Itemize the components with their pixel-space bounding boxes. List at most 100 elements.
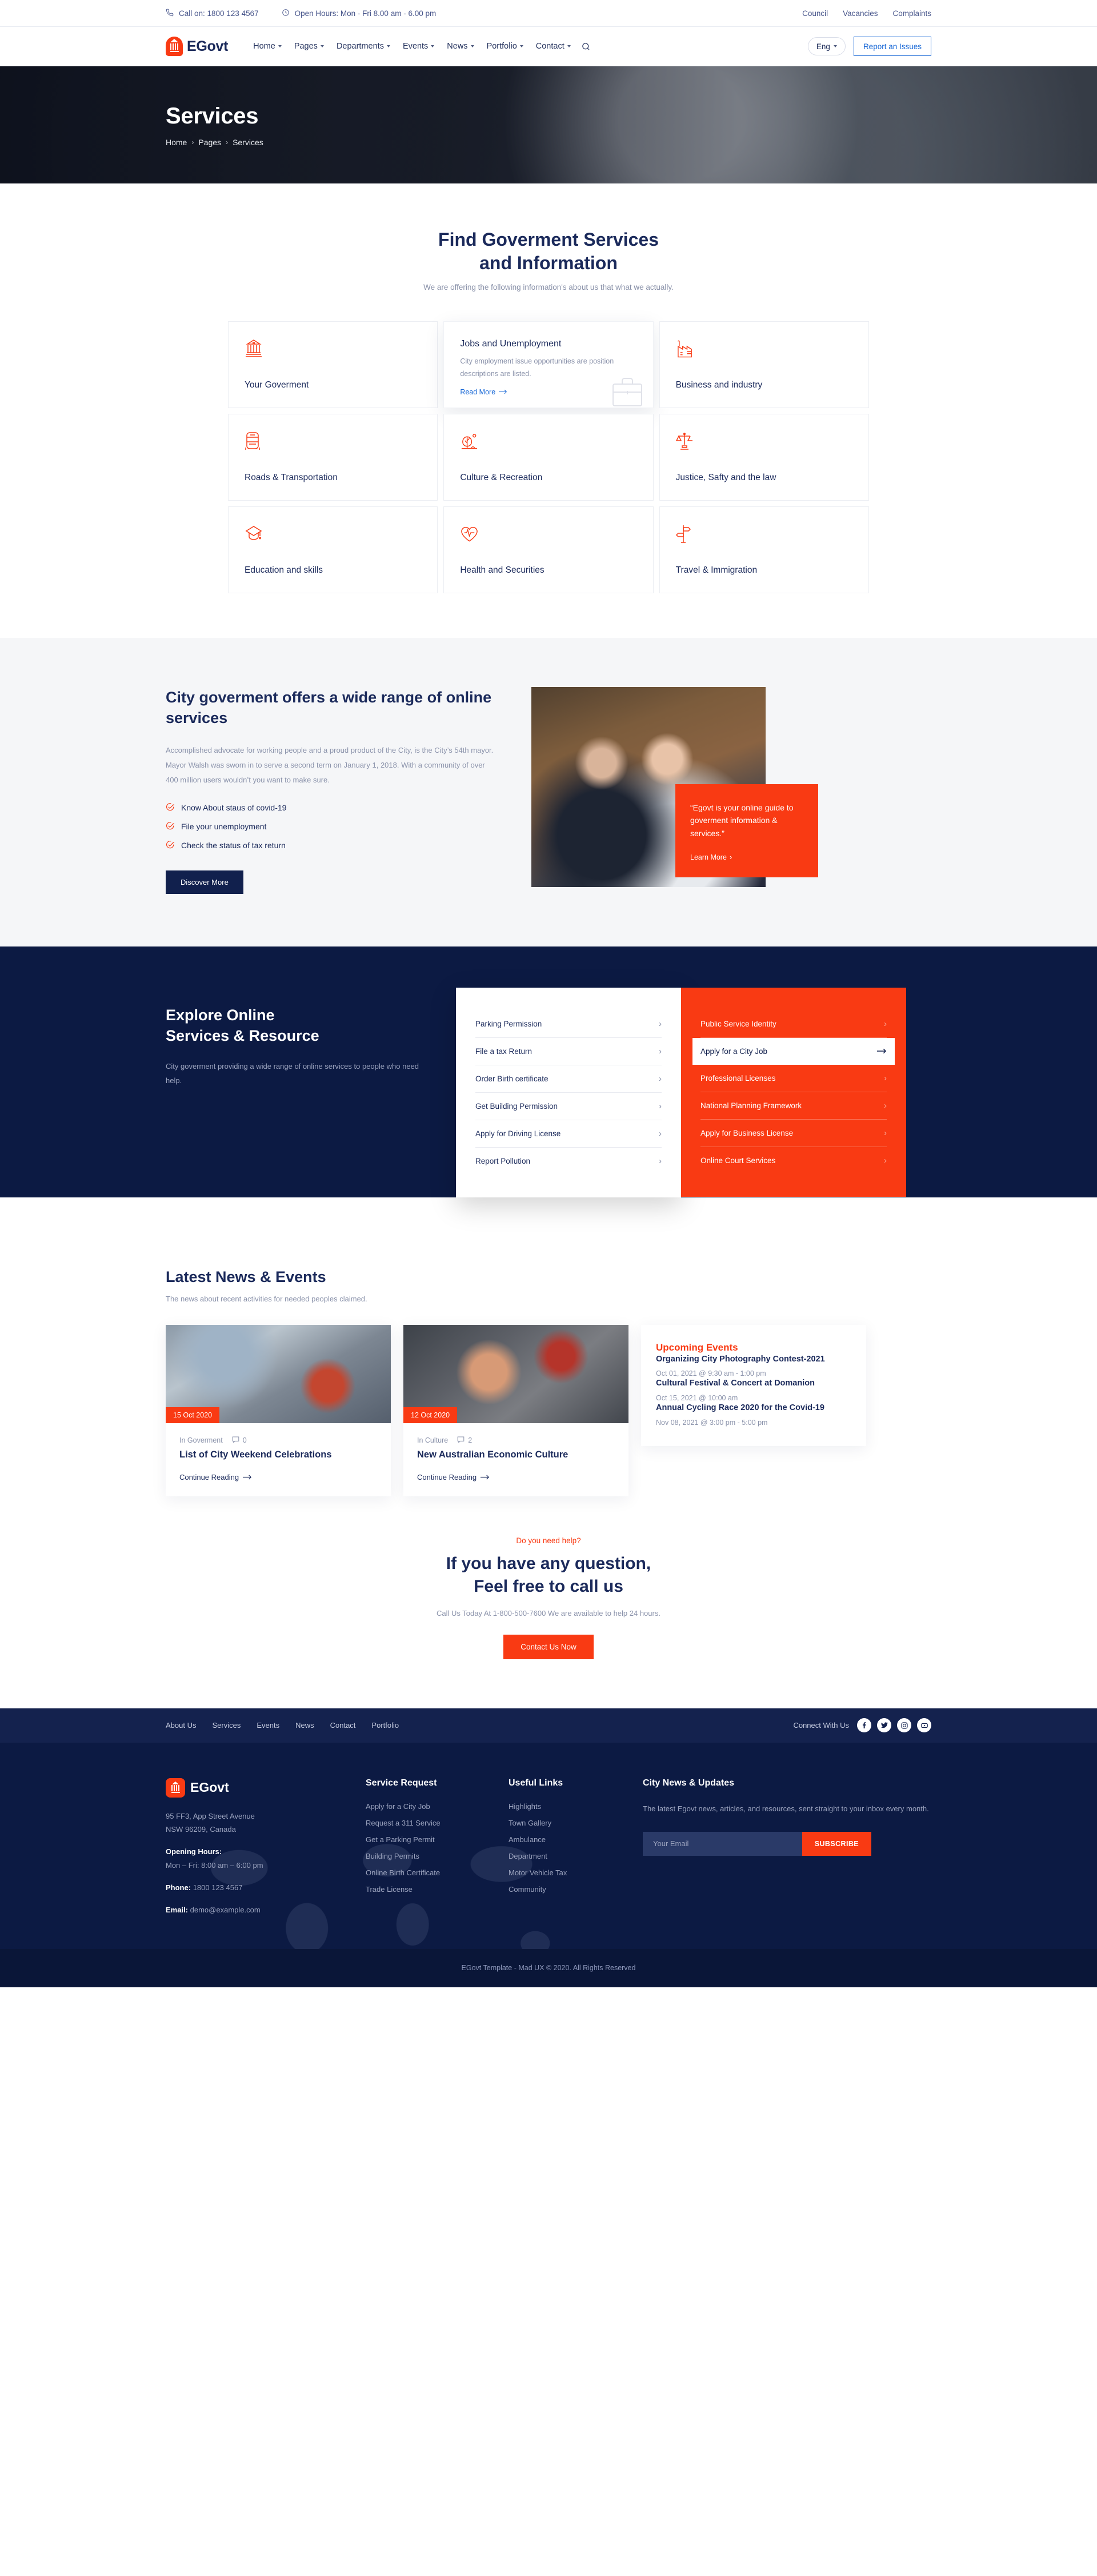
footer-ul-community[interactable]: Community — [509, 1885, 643, 1894]
footer-link-services[interactable]: Services — [212, 1721, 241, 1730]
nav-item-portfolio[interactable]: Portfolio — [487, 42, 523, 51]
footer-sr-apply-for-a-city-job[interactable]: Apply for a City Job — [366, 1802, 509, 1811]
nav-item-departments[interactable]: Departments — [337, 42, 390, 51]
nav-label: News — [447, 42, 468, 51]
topbar-link-council[interactable]: Council — [802, 9, 828, 18]
explore-item-apply-for-business-license[interactable]: Apply for Business License › — [700, 1120, 887, 1147]
twitter-icon[interactable] — [877, 1718, 891, 1733]
government-building-icon — [245, 339, 421, 362]
contact-us-now-button[interactable]: Contact Us Now — [503, 1634, 594, 1659]
news-continue-reading[interactable]: Continue Reading — [417, 1473, 615, 1481]
quote-learn-more-link[interactable]: Learn More › — [690, 853, 803, 861]
event-item-photography-contest[interactable]: Organizing City Photography Contest-2021… — [656, 1353, 851, 1378]
explore-services-list-right: Public Service Identity › Apply for a Cit… — [681, 987, 906, 1197]
footer-link-events[interactable]: Events — [257, 1721, 279, 1730]
explore-item-get-building-permission[interactable]: Get Building Permission › — [475, 1093, 662, 1120]
service-card-justice-safety-law[interactable]: Justice, Safty and the law — [659, 413, 869, 501]
service-card-title: Your Goverment — [245, 380, 309, 390]
topbar-link-complaints[interactable]: Complaints — [892, 9, 931, 18]
footer-sr-trade-license[interactable]: Trade License — [366, 1885, 509, 1894]
explore-item-order-birth-certificate[interactable]: Order Birth certificate › — [475, 1065, 662, 1093]
news-meta: In Culture 2 — [417, 1436, 615, 1445]
park-tree-icon — [460, 432, 636, 454]
language-selector[interactable]: Eng — [807, 37, 846, 55]
email-field[interactable] — [643, 1831, 802, 1856]
arrow-right-icon — [243, 1475, 252, 1480]
footer-useful-links-column: Useful Links Highlights Town Gallery Amb… — [509, 1778, 643, 1917]
nav-item-pages[interactable]: Pages — [294, 42, 324, 51]
youtube-icon[interactable] — [917, 1718, 931, 1733]
footer-link-news[interactable]: News — [295, 1721, 314, 1730]
footer-link-portfolio[interactable]: Portfolio — [371, 1721, 399, 1730]
explore-title-line2: Services & Resource — [166, 1027, 319, 1045]
site-logo[interactable]: EGovt — [166, 37, 228, 56]
service-card-travel-immigration[interactable]: Travel & Immigration — [659, 506, 869, 593]
service-card-education-and-skills[interactable]: Education and skills — [228, 506, 438, 593]
phone-value: 1800 123 4567 — [193, 1883, 243, 1892]
explore-item-file-a-tax-return[interactable]: File a tax Return › — [475, 1038, 662, 1065]
topbar-link-vacancies[interactable]: Vacancies — [843, 9, 878, 18]
service-card-your-government[interactable]: Your Goverment — [228, 321, 438, 408]
explore-item-report-pollution[interactable]: Report Pollution › — [475, 1148, 662, 1175]
service-card-business-and-industry[interactable]: Business and industry — [659, 321, 869, 408]
chevron-right-icon: › — [659, 1101, 662, 1111]
event-item-cultural-festival[interactable]: Cultural Festival & Concert at Domanion … — [656, 1377, 851, 1402]
footer-ul-ambulance[interactable]: Ambulance — [509, 1835, 643, 1844]
check-circle-icon — [166, 802, 175, 813]
news-continue-reading[interactable]: Continue Reading — [179, 1473, 377, 1481]
breadcrumb-pages[interactable]: Pages — [198, 138, 221, 147]
upcoming-events-panel: Upcoming Events Organizing City Photogra… — [641, 1324, 866, 1446]
instagram-icon[interactable] — [897, 1718, 911, 1733]
footer-sr-get-a-parking-permit[interactable]: Get a Parking Permit — [366, 1835, 509, 1844]
footer-copyright-bar: EGovt Template - Mad UX © 2020. All Righ… — [0, 1948, 1097, 1987]
footer-logo[interactable]: EGovt — [166, 1778, 366, 1798]
breadcrumb-home[interactable]: Home — [166, 138, 187, 147]
nav-item-home[interactable]: Home — [253, 42, 282, 51]
nav-item-news[interactable]: News — [447, 42, 474, 51]
explore-item-online-court-services[interactable]: Online Court Services › — [700, 1147, 887, 1174]
explore-item-professional-licenses[interactable]: Professional Licenses › — [700, 1065, 887, 1092]
service-card-culture-recreation[interactable]: Culture & Recreation — [443, 413, 654, 501]
services-heading-line1: Find Goverment Services — [438, 229, 659, 250]
event-item-cycling-race[interactable]: Annual Cycling Race 2020 for the Covid-1… — [656, 1402, 851, 1427]
news-card-new-australian-economic-culture[interactable]: 12 Oct 2020 In Culture 2 New Australian … — [403, 1324, 628, 1496]
main-navigation: EGovt Home Pages Departments Events News… — [0, 27, 1097, 66]
footer-sr-online-birth-certificate[interactable]: Online Birth Certificate — [366, 1868, 509, 1877]
service-card-jobs-and-unemployment[interactable]: Jobs and Unemployment City employment is… — [443, 321, 654, 408]
capitol-logo-icon — [166, 1778, 185, 1798]
explore-item-parking-permission[interactable]: Parking Permission › — [475, 1011, 662, 1038]
news-card-city-weekend-celebrations[interactable]: 15 Oct 2020 In Goverment 0 List of City … — [166, 1324, 391, 1496]
footer-ul-motor-vehicle-tax[interactable]: Motor Vehicle Tax — [509, 1868, 643, 1877]
service-card-title: Business and industry — [675, 380, 763, 390]
report-issue-button[interactable]: Report an Issues — [853, 37, 931, 56]
nav-item-events[interactable]: Events — [403, 42, 435, 51]
footer-link-contact[interactable]: Contact — [330, 1721, 356, 1730]
footer-link-about-us[interactable]: About Us — [166, 1721, 196, 1730]
facebook-icon[interactable] — [857, 1718, 871, 1733]
search-icon[interactable] — [581, 42, 591, 51]
discover-more-button[interactable]: Discover More — [166, 870, 243, 894]
explore-item-apply-for-driving-license[interactable]: Apply for Driving License › — [475, 1120, 662, 1148]
service-card-roads-transportation[interactable]: Roads & Transportation — [228, 413, 438, 501]
explore-item-public-service-identity[interactable]: Public Service Identity › — [700, 1011, 887, 1038]
service-card-health-and-securities[interactable]: Health and Securities — [443, 506, 654, 593]
explore-item-apply-for-a-city-job[interactable]: Apply for a City Job — [692, 1037, 895, 1065]
hours-value: Mon – Fri: 8:00 am – 6:00 pm — [166, 1860, 263, 1870]
explore-item-label: Apply for Driving License — [475, 1129, 561, 1138]
explore-item-national-planning-framework[interactable]: National Planning Framework › — [700, 1092, 887, 1120]
nav-item-contact[interactable]: Contact — [536, 42, 571, 51]
hours-info: Open Hours: Mon - Fri 8.00 am - 6.00 pm — [282, 9, 436, 18]
footer-sr-building-permits[interactable]: Building Permits — [366, 1852, 509, 1860]
subscribe-button[interactable]: SUBSCRIBE — [802, 1831, 871, 1856]
footer-sr-request-a-311-service[interactable]: Request a 311 Service — [366, 1819, 509, 1827]
footer-ul-department[interactable]: Department — [509, 1852, 643, 1860]
footer-ul-highlights[interactable]: Highlights — [509, 1802, 643, 1811]
footer-topbar: About Us Services Events News Contact Po… — [0, 1708, 1097, 1743]
footer-ul-town-gallery[interactable]: Town Gallery — [509, 1819, 643, 1827]
services-heading: Find Goverment Services and Information — [0, 228, 1097, 275]
news-date-badge: 15 Oct 2020 — [166, 1407, 220, 1423]
explore-item-label: National Planning Framework — [700, 1101, 802, 1110]
explore-item-label: Apply for a City Job — [700, 1047, 768, 1056]
news-date-badge: 12 Oct 2020 — [403, 1407, 458, 1423]
checklist-item: Check the status of tax return — [166, 840, 497, 851]
